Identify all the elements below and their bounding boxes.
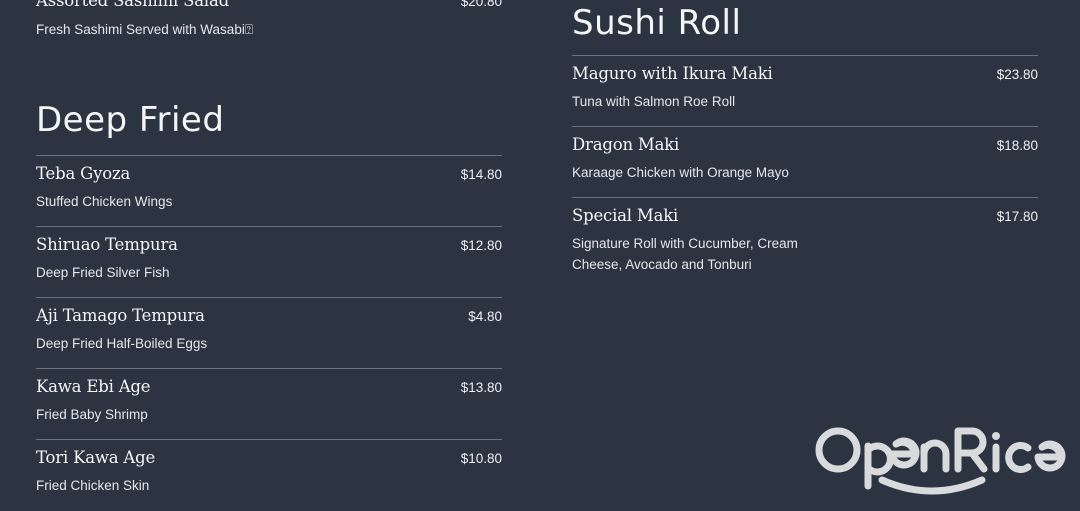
- menu-item-assorted-sashimi-salad: Assorted Sashimi Salad $20.80 Fresh Sash…: [36, 0, 502, 43]
- menu-item-description: Fresh Sashimi Served with Wasabi⍰: [36, 22, 253, 37]
- menu-item-name: Tori Kawa Age: [36, 448, 156, 467]
- menu-item-price: $14.80: [460, 167, 502, 182]
- menu-item-price: $10.80: [460, 451, 502, 466]
- menu-item-name: Maguro with Ikura Maki: [572, 64, 773, 83]
- menu-item-description: Fried Chicken Skin: [36, 478, 150, 493]
- menu-item: Tori Kawa Age $10.80 Fried Chicken Skin: [36, 440, 502, 511]
- menu-item-description: Deep Fried Half-Boiled Eggs: [36, 336, 208, 351]
- menu-item-price: $20.80: [460, 0, 502, 9]
- menu-item: Kawa Ebi Age $13.80 Fried Baby Shrimp: [36, 369, 502, 440]
- menu-item: Special Maki $17.80 Signature Roll with …: [572, 198, 1038, 288]
- menu-item-description: Tuna with Salmon Roe Roll: [572, 94, 736, 109]
- sushi-roll-list: Maguro with Ikura Maki $23.80 Tuna with …: [572, 56, 1038, 288]
- menu-item-name: Dragon Maki: [572, 135, 680, 154]
- menu-item-name: Shiruao Tempura: [36, 235, 178, 254]
- menu-item: Teba Gyoza $14.80 Stuffed Chicken Wings: [36, 156, 502, 227]
- menu-item: Dragon Maki $18.80 Karaage Chicken with …: [572, 127, 1038, 198]
- menu-item-name: Kawa Ebi Age: [36, 377, 151, 396]
- menu-item-price: $23.80: [996, 67, 1038, 82]
- menu-item: Shiruao Tempura $12.80 Deep Fried Silver…: [36, 227, 502, 298]
- menu-item-price: $18.80: [996, 138, 1038, 153]
- menu-item-price: $12.80: [460, 238, 502, 253]
- menu-item-description: Deep Fried Silver Fish: [36, 265, 170, 280]
- menu-item-description: Signature Roll with Cucumber, Cream Chee…: [572, 236, 798, 272]
- menu-item-description: Fried Baby Shrimp: [36, 407, 148, 422]
- menu-item-name: Special Maki: [572, 206, 679, 225]
- menu-item-name: Aji Tamago Tempura: [36, 306, 205, 325]
- deep-fried-list: Teba Gyoza $14.80 Stuffed Chicken Wings …: [36, 156, 502, 511]
- section-title-sushi-roll: Sushi Roll: [572, 3, 742, 43]
- openrice-logo-icon: [815, 427, 1066, 495]
- menu-item-price: $17.80: [996, 209, 1038, 224]
- menu-item-description: Karaage Chicken with Orange Mayo: [572, 165, 789, 180]
- menu-item-name: Assorted Sashimi Salad: [36, 0, 229, 10]
- menu-item-price: $13.80: [460, 380, 502, 395]
- menu-item-price: $4.80: [468, 309, 502, 324]
- menu-item: Maguro with Ikura Maki $23.80 Tuna with …: [572, 56, 1038, 127]
- menu-item-name: Teba Gyoza: [36, 164, 131, 183]
- section-title-deep-fried: Deep Fried: [36, 100, 225, 140]
- menu-item-description: Stuffed Chicken Wings: [36, 194, 173, 209]
- menu-item: Aji Tamago Tempura $4.80 Deep Fried Half…: [36, 298, 502, 369]
